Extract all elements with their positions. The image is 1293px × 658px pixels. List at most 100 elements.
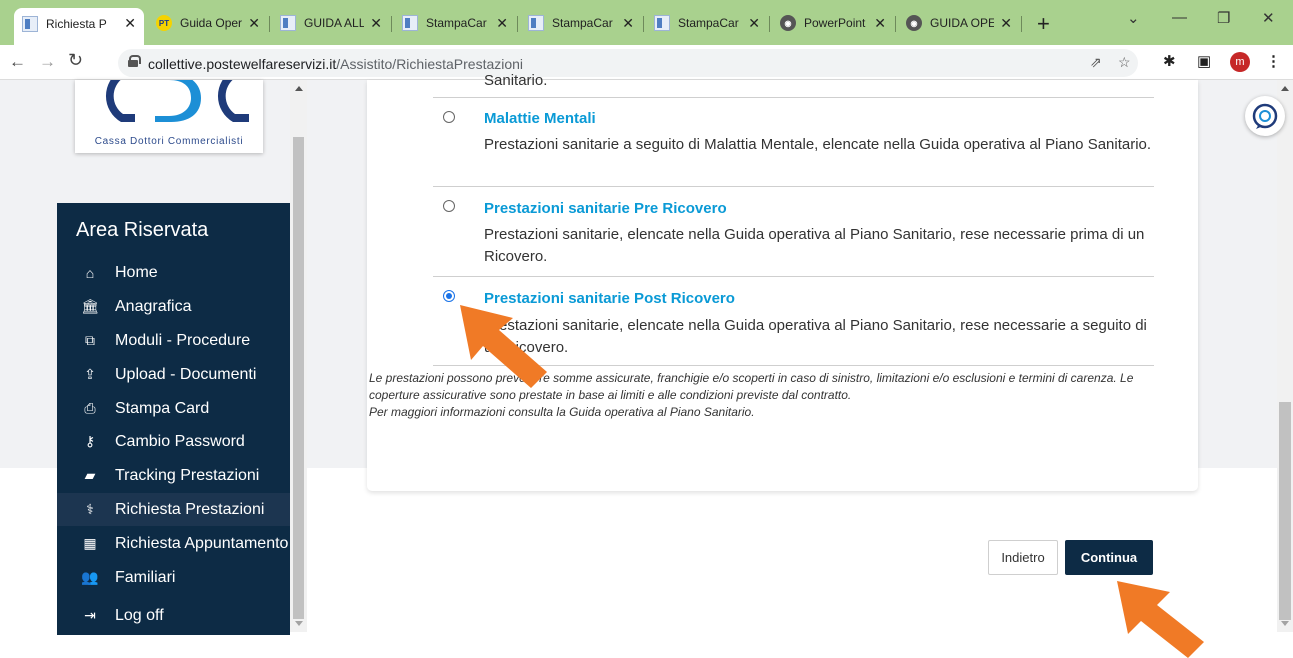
- tab-title: Richiesta P: [46, 16, 107, 31]
- close-tab-icon[interactable]: ✕: [496, 15, 508, 32]
- scroll-down-icon[interactable]: [295, 621, 303, 626]
- tab-separator: [643, 16, 644, 32]
- lock-icon: [128, 55, 141, 67]
- sidebar-item-label: Cambio Password: [115, 432, 245, 450]
- browser-tab[interactable]: GUIDA ALL ✕: [272, 8, 390, 38]
- minimize-icon[interactable]: —: [1172, 9, 1187, 26]
- tab-separator: [269, 16, 270, 32]
- sidebar-item-moduli[interactable]: ⧉ Moduli - Procedure: [57, 324, 290, 357]
- browser-tab[interactable]: ◉ GUIDA OPE ✕: [898, 8, 1020, 38]
- option-pre-ricovero[interactable]: Prestazioni sanitarie Pre Ricovero Prest…: [433, 186, 1154, 276]
- document-icon: [654, 15, 670, 31]
- tab-title: StampaCar: [426, 16, 487, 30]
- logo-card[interactable]: Cassa Dottori Commercialisti: [75, 80, 263, 153]
- sidebar-item-richiesta-appuntamento[interactable]: ▦ Richiesta Appuntamento: [57, 527, 290, 560]
- close-tab-icon[interactable]: ✕: [124, 15, 136, 32]
- browser-tab[interactable]: StampaCar ✕: [520, 8, 642, 38]
- close-window-icon[interactable]: ✕: [1262, 9, 1275, 27]
- sidebar-item-label: Richiesta Appuntamento: [115, 534, 289, 552]
- sidebar-item-log-off[interactable]: ⇥ Log off: [57, 599, 290, 632]
- url-field[interactable]: collettive.postewelfareservizi.it/Assist…: [118, 49, 1138, 77]
- sidebar-scrollbar[interactable]: [290, 80, 307, 632]
- annotation-arrow-continue: [1117, 581, 1204, 658]
- logout-icon: ⇥: [84, 607, 96, 623]
- url-text: collettive.postewelfareservizi.it/Assist…: [148, 56, 524, 72]
- document-icon: [22, 15, 38, 32]
- radio-malattie-mentali[interactable]: [443, 111, 455, 123]
- sidebar-item-upload[interactable]: ⇪ Upload - Documenti: [57, 358, 290, 391]
- back-arrow-icon[interactable]: ←: [9, 52, 26, 72]
- sidebar-item-richiesta-prestazioni[interactable]: ⚕ Richiesta Prestazioni: [57, 493, 290, 526]
- continue-button[interactable]: Continua: [1065, 540, 1153, 575]
- extensions-puzzle-icon[interactable]: ✱: [1163, 52, 1176, 70]
- share-icon[interactable]: ⇗: [1090, 54, 1102, 71]
- browser-tab[interactable]: Richiesta P ✕: [14, 8, 144, 45]
- browser-tab[interactable]: ◉ PowerPoint ✕: [772, 8, 894, 38]
- close-tab-icon[interactable]: ✕: [1000, 15, 1012, 32]
- close-tab-icon[interactable]: ✕: [874, 15, 886, 32]
- bookmark-star-icon[interactable]: ☆: [1118, 54, 1131, 71]
- sidebar-item-stampa-card[interactable]: ⎙ Stampa Card: [57, 392, 290, 425]
- sidebar-item-label: Home: [115, 263, 158, 281]
- side-panel-icon[interactable]: ▣: [1197, 52, 1211, 70]
- chat-support-button[interactable]: [1245, 96, 1285, 136]
- new-tab-button[interactable]: +: [1037, 11, 1050, 37]
- globe-icon: ◉: [780, 15, 796, 31]
- browser-tab[interactable]: StampaCar ✕: [646, 8, 768, 38]
- page-scrollbar[interactable]: [1277, 80, 1293, 632]
- document-icon: [528, 15, 544, 31]
- sidebar-area-riservata: Area Riservata ⌂ Home 🏛 Anagrafica ⧉ Moduli…: [57, 203, 290, 635]
- tab-title: GUIDA OPE: [930, 16, 995, 30]
- print-icon: ⎙: [84, 400, 96, 416]
- option-title: Prestazioni sanitarie Pre Ricovero: [484, 200, 727, 217]
- browser-tab[interactable]: StampaCar ✕: [394, 8, 516, 38]
- tab-separator: [769, 16, 770, 32]
- chat-icon: [1252, 103, 1278, 129]
- scroll-up-icon[interactable]: [295, 86, 303, 91]
- close-tab-icon[interactable]: ✕: [748, 15, 760, 32]
- tab-separator: [391, 16, 392, 32]
- browser-tab[interactable]: PT Guida Oper ✕: [148, 8, 268, 38]
- radio-post-ricovero[interactable]: [443, 290, 455, 302]
- forward-arrow-icon[interactable]: →: [39, 52, 56, 72]
- profile-avatar[interactable]: m: [1230, 52, 1250, 72]
- close-tab-icon[interactable]: ✕: [248, 15, 260, 32]
- sidebar-item-label: Anagrafica: [115, 297, 192, 315]
- logo-text: Cassa Dottori Commercialisti: [94, 136, 244, 147]
- scroll-down-icon[interactable]: [1281, 621, 1289, 626]
- close-tab-icon[interactable]: ✕: [622, 15, 634, 32]
- restore-icon[interactable]: ❐: [1217, 9, 1230, 27]
- menu-dots-icon[interactable]: ⋮: [1266, 52, 1281, 70]
- radio-pre-ricovero[interactable]: [443, 200, 455, 212]
- document-icon: [280, 15, 296, 31]
- tab-separator: [1021, 16, 1022, 32]
- sidebar-item-label: Moduli - Procedure: [115, 331, 251, 349]
- sidebar-item-label: Tracking Prestazioni: [115, 466, 260, 484]
- sidebar-item-tracking[interactable]: ▰ Tracking Prestazioni: [57, 459, 290, 492]
- browser-tab-strip: Richiesta P ✕ PT Guida Oper ✕ GUIDA ALL …: [0, 0, 1293, 45]
- sidebar-item-cambio-password[interactable]: ⚷ Cambio Password: [57, 425, 290, 458]
- home-icon: ⌂: [85, 264, 95, 281]
- scrollbar-thumb[interactable]: [293, 137, 304, 619]
- document-icon: [402, 15, 418, 31]
- bank-icon: 🏛: [81, 298, 99, 314]
- pt-icon: PT: [156, 15, 172, 31]
- back-button[interactable]: Indietro: [988, 540, 1058, 575]
- calendar-icon: ▦: [83, 535, 97, 551]
- option-description: Prestazioni sanitarie a seguito di Malat…: [484, 136, 1152, 153]
- option-malattie-mentali[interactable]: Malattie Mentali Prestazioni sanitarie a…: [433, 97, 1154, 186]
- close-tab-icon[interactable]: ✕: [370, 15, 382, 32]
- sidebar-item-home[interactable]: ⌂ Home: [57, 256, 290, 289]
- address-toolbar: ← → ↻ collettive.postewelfareservizi.it/…: [0, 45, 1293, 80]
- scrollbar-thumb[interactable]: [1279, 402, 1291, 620]
- prestazioni-card: Sanitario. Malattie Mentali Prestazioni …: [367, 72, 1198, 491]
- tab-search-icon[interactable]: ⌄: [1127, 9, 1140, 27]
- stethoscope-icon: ⚕: [86, 501, 94, 517]
- tab-separator: [517, 16, 518, 32]
- reload-icon[interactable]: ↻: [68, 50, 83, 71]
- sidebar-item-familiari[interactable]: 👥 Familiari: [57, 561, 290, 594]
- tab-title: StampaCar: [552, 16, 613, 30]
- sidebar-item-anagrafica[interactable]: 🏛 Anagrafica: [57, 290, 290, 323]
- scroll-up-icon[interactable]: [1281, 86, 1289, 91]
- tab-title: Guida Oper: [180, 16, 243, 30]
